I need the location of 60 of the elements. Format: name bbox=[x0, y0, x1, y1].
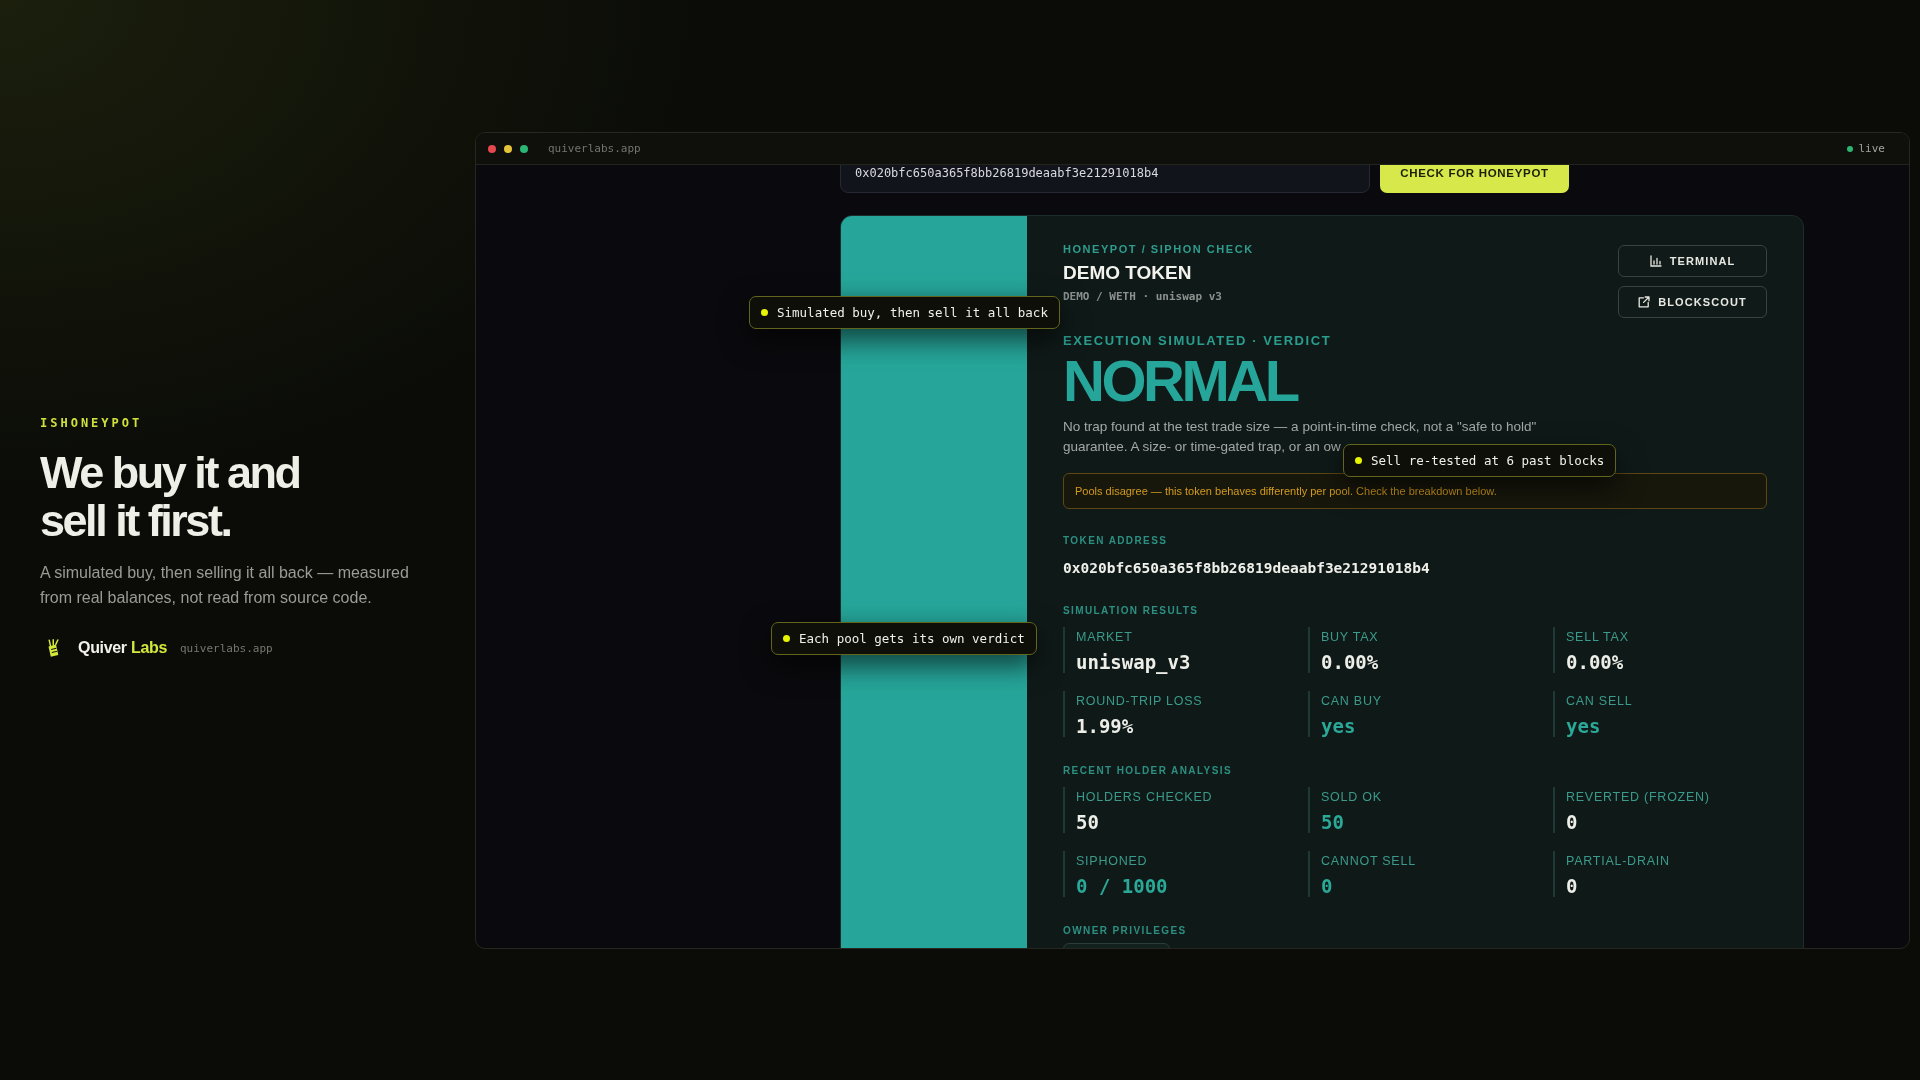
stat-label: MARKET bbox=[1076, 629, 1134, 645]
stat-value: 50 bbox=[1321, 811, 1345, 833]
stat-label: ROUND-TRIP LOSS bbox=[1076, 693, 1204, 709]
stat-label: SELL TAX bbox=[1566, 629, 1630, 645]
eyebrow-label: ISHONEYPOT bbox=[40, 415, 144, 431]
stat-value: 0.00% bbox=[1321, 651, 1380, 673]
dot-icon bbox=[761, 309, 768, 316]
stat-value: 0 bbox=[1566, 875, 1579, 897]
stat-label: REVERTED (FROZEN) bbox=[1566, 789, 1711, 805]
token-address: 0x020bfc650a365f8bb26819deaabf3e21291018b4 bbox=[1063, 559, 1431, 577]
warning-banner: Pools disagree — this token behaves differently per pool. Check the breakdown below. bbox=[1063, 473, 1767, 509]
section-heading: SIMULATION RESULTS bbox=[1063, 604, 1200, 617]
verdict-label: EXECUTION SIMULATED · VERDICT bbox=[1063, 333, 1333, 349]
stat-value: 1.99% bbox=[1076, 715, 1135, 737]
stat-value: 0 bbox=[1321, 875, 1334, 897]
window-zoom-icon[interactable] bbox=[520, 144, 528, 153]
pair-label: DEMO / WETH · uniswap v3 bbox=[1063, 290, 1223, 304]
section-heading: RECENT HOLDER ANALYSIS bbox=[1063, 764, 1233, 777]
stat-label: HOLDERS CHECKED bbox=[1076, 789, 1214, 805]
stat-label: BUY TAX bbox=[1321, 629, 1380, 645]
check-button[interactable]: CHECK FOR HONEYPOT bbox=[1380, 165, 1569, 193]
check-type-label: HONEYPOT / SIPHON CHECK bbox=[1063, 242, 1254, 256]
stat-label: SOLD OK bbox=[1321, 789, 1383, 805]
section-heading: OWNER PRIVILEGES bbox=[1063, 924, 1188, 937]
quiver-icon bbox=[46, 639, 60, 657]
stat-label: SIPHONED bbox=[1076, 853, 1149, 869]
stat-value: 0 / 1000 bbox=[1076, 875, 1169, 897]
stat-value: 0 bbox=[1566, 811, 1579, 833]
dot-icon bbox=[1355, 457, 1362, 464]
stat-label: CANNOT SELL bbox=[1321, 853, 1417, 869]
stat-label: CAN BUY bbox=[1321, 693, 1383, 709]
stat-label: PARTIAL-DRAIN bbox=[1566, 853, 1671, 869]
stat-value: uniswap_v3 bbox=[1076, 651, 1192, 673]
stat-value: 50 bbox=[1076, 811, 1100, 833]
stat-value: 0.00% bbox=[1566, 651, 1625, 673]
url-text: quiverlabs.app bbox=[548, 142, 641, 155]
dot-icon bbox=[783, 635, 790, 642]
callout-text: Sell re-tested at 6 past blocks bbox=[1371, 453, 1605, 468]
verdict-text: NORMAL bbox=[1063, 351, 1299, 411]
stat-value: yes bbox=[1321, 715, 1357, 737]
callout-text: Simulated buy, then sell it all back bbox=[777, 305, 1048, 320]
explorer-button[interactable]: BLOCKSCOUT bbox=[1618, 286, 1767, 318]
address-input[interactable]: 0x020bfc650a365f8bb26819deaabf3e21291018b4 bbox=[840, 165, 1370, 193]
token-name: DEMO TOKEN bbox=[1063, 261, 1193, 285]
brand-domain: quiverlabs.app bbox=[180, 641, 273, 655]
terminal-button[interactable]: TERMINAL bbox=[1618, 245, 1767, 277]
chart-icon bbox=[1649, 255, 1662, 267]
callout-text: Each pool gets its own verdict bbox=[799, 631, 1025, 646]
window-close-icon[interactable] bbox=[488, 144, 496, 153]
brand-name: Quiver Labs bbox=[78, 639, 167, 657]
stat-label: CAN SELL bbox=[1566, 693, 1634, 709]
headline: We buy it and sell it first. bbox=[40, 449, 301, 545]
verdict-note: No trap found at the test trade size — a point-in-time check, not a "safe to hold" guarantee. A size- or time-gated trap, or an ow bbox=[1063, 418, 1538, 455]
status-dot-icon bbox=[1846, 145, 1853, 152]
window-minimize-icon[interactable] bbox=[504, 144, 512, 153]
live-status-label: live bbox=[1858, 142, 1885, 155]
stat-value: yes bbox=[1566, 715, 1602, 737]
intro-description: A simulated buy, then selling it all back — measured from real balances, not read from source code. bbox=[40, 563, 410, 608]
external-link-icon bbox=[1638, 296, 1651, 308]
section-heading: TOKEN ADDRESS bbox=[1063, 534, 1169, 547]
